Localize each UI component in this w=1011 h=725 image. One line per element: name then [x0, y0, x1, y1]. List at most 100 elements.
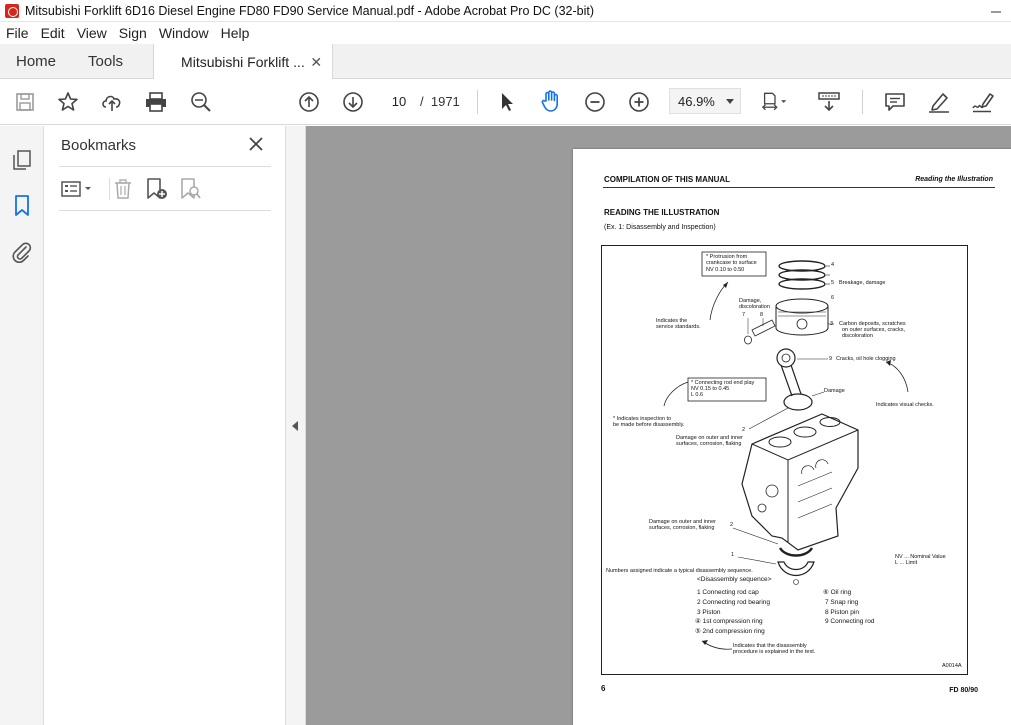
bookmarks-title: Bookmarks — [61, 137, 137, 154]
sequence-item-3: 3 Piston — [697, 609, 721, 616]
find-zoom-icon[interactable] — [188, 90, 214, 114]
navigation-rail — [0, 126, 44, 725]
minimize-button[interactable] — [981, 0, 1011, 22]
bookmarks-panel: Bookmarks — [45, 126, 285, 725]
hand-tool-icon[interactable] — [538, 89, 564, 113]
page-header-left: COMPILATION OF THIS MANUAL — [604, 175, 731, 184]
label-damage-b-2: surfaces, corrosion, flaking — [649, 525, 715, 531]
sequence-item-7: 7 Snap ring — [825, 599, 859, 606]
new-bookmark-icon[interactable] — [145, 177, 169, 201]
label-explained-2: procedure is explained in the text. — [733, 649, 816, 655]
part-number-5: 5 — [831, 280, 835, 286]
toolbar-divider — [477, 90, 478, 114]
menu-sign[interactable]: Sign — [113, 25, 153, 41]
part-number-4: 4 — [831, 262, 835, 268]
part-number-8: 8 — [760, 312, 764, 318]
sequence-item-9: 9 Connecting rod — [825, 618, 875, 625]
tab-home[interactable]: Home — [0, 44, 72, 79]
menu-edit[interactable]: Edit — [35, 25, 71, 41]
cloud-upload-icon[interactable] — [99, 90, 125, 114]
panel-divider — [59, 166, 271, 167]
select-cursor-icon[interactable] — [494, 90, 520, 114]
collapse-panel-icon[interactable] — [292, 421, 298, 431]
example-caption: (Ex. 1: Disassembly and Inspection) — [604, 224, 716, 231]
label-service-standards-2: service standards. — [656, 324, 701, 330]
sequence-item-4: ④ 1st compression ring — [695, 618, 763, 625]
save-icon[interactable] — [12, 90, 38, 114]
highlight-pen-icon[interactable] — [926, 90, 952, 114]
spec-protrusion-line2: crankcase to surface — [706, 260, 757, 266]
delete-bookmark-icon[interactable] — [111, 177, 135, 201]
part-number-9: 9 — [829, 356, 833, 362]
print-icon[interactable] — [143, 90, 169, 114]
menu-help[interactable]: Help — [215, 25, 256, 41]
scroll-mode-icon[interactable] — [816, 90, 842, 114]
part-number-1: 1 — [731, 552, 735, 558]
menu-file[interactable]: File — [0, 25, 35, 41]
bookmark-options-icon[interactable] — [59, 177, 99, 201]
title-bar: Mitsubishi Forklift 6D16 Diesel Engine F… — [0, 0, 1011, 22]
panel-splitter[interactable] — [285, 126, 306, 725]
model-footer: FD 80/90 — [949, 687, 978, 694]
sequence-item-6: ⑥ Oil ring — [823, 589, 852, 596]
page-number-input[interactable] — [385, 90, 413, 112]
attachment-paperclip-icon[interactable] — [10, 240, 34, 264]
menu-bar: File Edit View Sign Window Help — [0, 22, 1011, 44]
close-panel-icon[interactable] — [247, 135, 265, 153]
tab-tools[interactable]: Tools — [72, 44, 139, 79]
zoom-level-value: 46.9% — [678, 93, 715, 109]
toolbar-divider — [862, 90, 863, 114]
tab-document[interactable]: Mitsubishi Forklift ... ✕ — [153, 44, 334, 80]
label-cracks: Cracks, oil hole clogging — [836, 356, 896, 362]
section-title: READING THE ILLUSTRATION — [604, 208, 720, 217]
part-number-3: 3 — [830, 321, 834, 327]
tab-bar: Home Tools Mitsubishi Forklift ... ✕ — [0, 44, 1011, 80]
pdf-page: COMPILATION OF THIS MANUAL Reading the I… — [573, 149, 1011, 725]
zoom-in-icon[interactable] — [626, 90, 652, 114]
bookmark-icon[interactable] — [10, 194, 34, 218]
panel-toolbar-divider — [109, 178, 110, 200]
page-thumbnails-icon[interactable] — [10, 148, 34, 172]
previous-page-icon[interactable] — [296, 90, 322, 114]
sequence-item-8: 8 Piston pin — [825, 609, 859, 616]
label-numbers-note: Numbers assigned indicate a typical disa… — [606, 568, 753, 574]
tab-close-icon[interactable]: ✕ — [310, 54, 322, 71]
sequence-item-2: 2 Connecting rod bearing — [697, 599, 770, 606]
disassembly-sequence-title: <Disassembly sequence> — [697, 576, 772, 583]
total-pages: 1971 — [430, 94, 460, 109]
sign-icon[interactable] — [970, 90, 996, 114]
label-inspection-2: be made before disassembly. — [613, 422, 685, 428]
header-rule — [603, 187, 995, 188]
engine-parts-drawing — [663, 251, 909, 650]
label-visual-checks: Indicates visual checks. — [876, 402, 934, 408]
page-header-right: Reading the Illustration — [915, 176, 993, 183]
comment-icon[interactable] — [882, 90, 908, 114]
page-fit-icon[interactable] — [762, 90, 788, 114]
page-separator: / — [420, 94, 424, 109]
sequence-item-1: 1 Connecting rod cap — [697, 589, 759, 596]
zoom-level-select[interactable]: 46.9% — [669, 88, 741, 114]
acrobat-app-icon — [5, 3, 19, 18]
spec-endplay-line3: L 0.6 — [691, 392, 704, 398]
part-number-2a: 2 — [742, 427, 746, 433]
label-damage: Damage — [824, 388, 845, 394]
menu-window[interactable]: Window — [153, 25, 215, 41]
zoom-out-icon[interactable] — [582, 90, 608, 114]
part-number-7: 7 — [742, 312, 746, 318]
page-number-footer: 6 — [601, 684, 606, 693]
label-damage-discoloration-2: discoloration — [739, 304, 770, 310]
tab-document-label: Mitsubishi Forklift ... — [181, 54, 305, 70]
legend-limit: L ... Limit — [895, 560, 918, 566]
label-carbon-3: discoloration — [842, 333, 873, 339]
page-count: / 1971 — [420, 94, 460, 109]
part-number-2b: 2 — [730, 522, 734, 528]
panel-divider — [59, 210, 271, 211]
sequence-item-5: ⑤ 2nd compression ring — [695, 628, 765, 635]
spec-protrusion-line3: NV 0.10 to 0.50 — [706, 267, 745, 273]
star-icon[interactable] — [55, 90, 81, 114]
next-page-icon[interactable] — [340, 90, 366, 114]
bookmark-search-icon[interactable] — [179, 177, 203, 201]
chevron-down-icon — [726, 99, 734, 104]
menu-view[interactable]: View — [71, 25, 113, 41]
document-viewer[interactable]: COMPILATION OF THIS MANUAL Reading the I… — [306, 126, 1011, 725]
